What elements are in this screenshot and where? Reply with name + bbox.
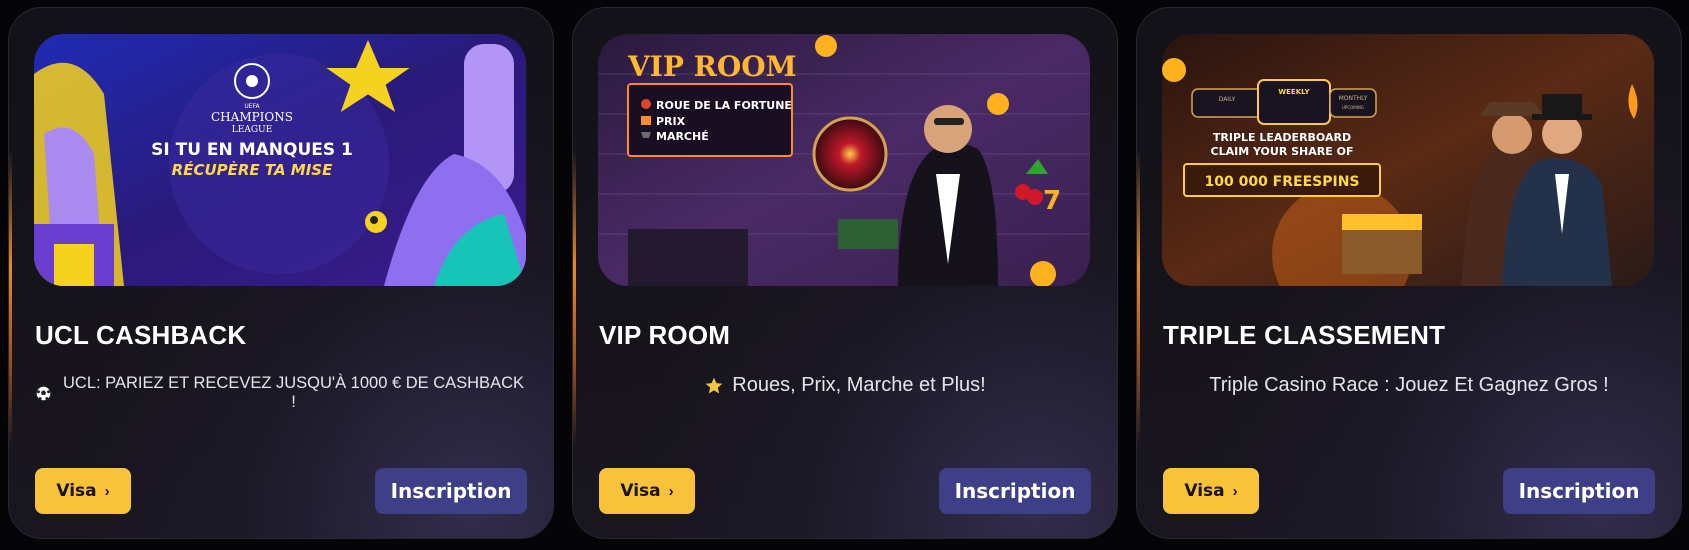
promo-description-text: Triple Casino Race : Jouez Et Gagnez Gro… xyxy=(1209,374,1609,396)
inscription-button-label: Inscription xyxy=(390,479,512,503)
tab-weekly-text: WEEKLY xyxy=(1278,88,1310,96)
soccer-ball-icon xyxy=(35,385,52,402)
promo-description: Triple Casino Race : Jouez Et Gagnez Gro… xyxy=(1163,374,1655,397)
promo-title: VIP ROOM xyxy=(599,320,731,350)
promo-card-triple-classement: DAILY WEEKLY MONTHLY UPCOMING TRIPLE LEA… xyxy=(1136,7,1682,539)
visa-button-label: Visa xyxy=(1184,481,1225,501)
vip-item-3: MARCHÉ xyxy=(656,130,709,143)
promo-banner-ucl[interactable]: UEFA CHAMPIONS LEAGUE SI TU EN MANQUES 1… xyxy=(34,34,526,286)
promo-description-text: UCL: PARIEZ ET RECEVEZ JUSQU'À 1000 € DE… xyxy=(62,374,524,411)
visa-button[interactable]: Visa › xyxy=(1163,468,1259,514)
inscription-button-label: Inscription xyxy=(954,479,1076,503)
visa-button[interactable]: Visa › xyxy=(599,468,695,514)
promotions-row: UEFA CHAMPIONS LEAGUE SI TU EN MANQUES 1… xyxy=(0,0,1689,550)
vip-banner-heading: VIP ROOM xyxy=(627,50,797,83)
promo-description-text: Roues, Prix, Marche et Plus! xyxy=(732,374,986,396)
tab-monthly-sub-text: UPCOMING xyxy=(1342,105,1364,110)
svg-text:7: 7 xyxy=(1043,186,1061,216)
league-name-text: CHAMPIONS xyxy=(211,110,293,124)
chevron-right-icon: › xyxy=(668,482,674,500)
vip-banner-illustration: 7 VIP ROOM ROUE DE LA FORTUNE PRIX MARCH… xyxy=(598,34,1090,286)
promo-card-vip-room: 7 VIP ROOM ROUE DE LA FORTUNE PRIX MARCH… xyxy=(572,7,1118,539)
triple-banner-illustration: DAILY WEEKLY MONTHLY UPCOMING TRIPLE LEA… xyxy=(1162,34,1654,286)
league-top-text: UEFA xyxy=(244,103,260,110)
triple-banner-line-2: CLAIM YOUR SHARE OF xyxy=(1211,145,1354,158)
promo-description: Roues, Prix, Marche et Plus! xyxy=(599,374,1091,397)
star-icon xyxy=(704,376,724,396)
promo-description: UCL: PARIEZ ET RECEVEZ JUSQU'À 1000 € DE… xyxy=(35,374,527,412)
triple-banner-prize: 100 000 FREESPINS xyxy=(1204,174,1359,190)
ucl-banner-illustration: UEFA CHAMPIONS LEAGUE SI TU EN MANQUES 1… xyxy=(34,34,526,286)
banner-line-1: SI TU EN MANQUES 1 xyxy=(151,140,353,160)
chevron-right-icon: › xyxy=(104,482,110,500)
chevron-right-icon: › xyxy=(1232,482,1238,500)
visa-button-label: Visa xyxy=(620,481,661,501)
inscription-button[interactable]: Inscription xyxy=(375,468,527,514)
tab-monthly-text: MONTHLY xyxy=(1339,95,1368,102)
vip-item-2: PRIX xyxy=(656,115,686,128)
promo-title: UCL CASHBACK xyxy=(35,320,247,350)
inscription-button-label: Inscription xyxy=(1518,479,1640,503)
tab-daily-text: DAILY xyxy=(1219,96,1236,103)
promo-card-ucl-cashback: UEFA CHAMPIONS LEAGUE SI TU EN MANQUES 1… xyxy=(8,7,554,539)
promo-banner-triple[interactable]: DAILY WEEKLY MONTHLY UPCOMING TRIPLE LEA… xyxy=(1162,34,1654,286)
triple-banner-line-1: TRIPLE LEADERBOARD xyxy=(1213,131,1351,144)
league-sub-text: LEAGUE xyxy=(232,125,272,135)
visa-button-label: Visa xyxy=(56,481,97,501)
visa-button[interactable]: Visa › xyxy=(35,468,131,514)
inscription-button[interactable]: Inscription xyxy=(939,468,1091,514)
promo-title: TRIPLE CLASSEMENT xyxy=(1163,320,1446,350)
inscription-button[interactable]: Inscription xyxy=(1503,468,1655,514)
banner-line-2: RÉCUPÈRE TA MISE xyxy=(172,160,333,179)
promo-banner-vip[interactable]: 7 VIP ROOM ROUE DE LA FORTUNE PRIX MARCH… xyxy=(598,34,1090,286)
vip-item-1: ROUE DE LA FORTUNE xyxy=(656,99,792,112)
